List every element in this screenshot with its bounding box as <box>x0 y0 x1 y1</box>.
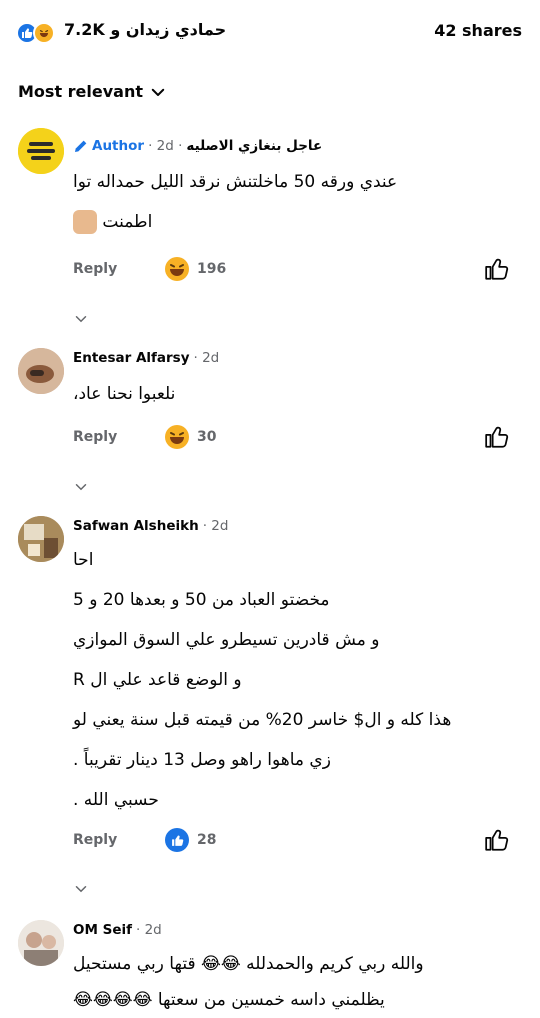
commenter-name[interactable]: Entesar Alfarsy <box>73 350 190 366</box>
chevron-down-icon[interactable] <box>72 478 90 496</box>
reply-button[interactable]: Reply <box>73 429 165 445</box>
chevron-down-icon <box>151 88 165 96</box>
comment: Entesar Alfarsy · 2d نلعبوا نحنا عاد، Re… <box>0 340 540 500</box>
avatar[interactable] <box>18 128 64 174</box>
reaction-summary[interactable] <box>16 20 55 46</box>
like-icon[interactable] <box>484 827 510 853</box>
comment-text: احا مخضتو العباد من 50 و بعدها 20 و 5 و … <box>73 550 452 810</box>
reply-button[interactable]: Reply <box>73 832 165 848</box>
author-badge: Author <box>73 138 144 154</box>
haha-reaction-icon <box>165 425 189 449</box>
pencil-icon <box>75 140 87 152</box>
comment-text: والله ربي كريم والحمدلله 😂😂 قتها ربي مست… <box>73 954 424 1010</box>
like-icon[interactable] <box>484 256 510 282</box>
avatar[interactable] <box>18 348 64 394</box>
comment-time[interactable]: · 2d <box>136 922 162 938</box>
comment-time[interactable]: · 2d · <box>148 138 182 154</box>
comment-time[interactable]: · 2d <box>203 518 229 534</box>
sort-label: Most relevant <box>18 82 143 101</box>
haha-reaction-icon <box>33 22 55 44</box>
reply-button[interactable]: Reply <box>73 261 165 277</box>
like-icon[interactable] <box>484 424 510 450</box>
like-reaction-icon <box>165 828 189 852</box>
comment: Safwan Alsheikh · 2d احا مخضتو العباد من… <box>0 508 540 898</box>
avatar[interactable] <box>18 920 64 966</box>
comment: Author · 2d · عاجل بنغازي الاصليه عندي و… <box>0 124 540 334</box>
chevron-down-icon[interactable] <box>72 310 90 328</box>
comment-time[interactable]: · 2d <box>194 350 220 366</box>
avatar[interactable] <box>18 516 64 562</box>
commenter-name[interactable]: عاجل بنغازي الاصليه <box>186 138 322 154</box>
comment-text: نلعبوا نحنا عاد، <box>73 384 176 404</box>
clapping-hands-icon <box>73 210 97 234</box>
commenter-name[interactable]: OM Seif <box>73 922 132 938</box>
post-summary-bar: حمادي زيدان و 7.2K 42 shares <box>0 0 540 62</box>
commenter-name[interactable]: Safwan Alsheikh <box>73 518 199 534</box>
reactors-summary[interactable]: حمادي زيدان و 7.2K <box>64 20 226 39</box>
haha-reaction-icon <box>165 257 189 281</box>
reaction-count[interactable]: 28 <box>165 828 216 852</box>
comment: OM Seif · 2d والله ربي كريم والحمدلله 😂😂… <box>0 912 540 1018</box>
chevron-down-icon[interactable] <box>72 880 90 898</box>
reaction-count[interactable]: 196 <box>165 257 226 281</box>
shares-count[interactable]: 42 shares <box>434 21 522 40</box>
comment-sort-dropdown[interactable]: Most relevant <box>18 82 167 101</box>
comment-text: عندي ورقه 50 ماخلتنش نرقد الليل حمداله ت… <box>73 172 398 234</box>
reaction-count[interactable]: 30 <box>165 425 216 449</box>
